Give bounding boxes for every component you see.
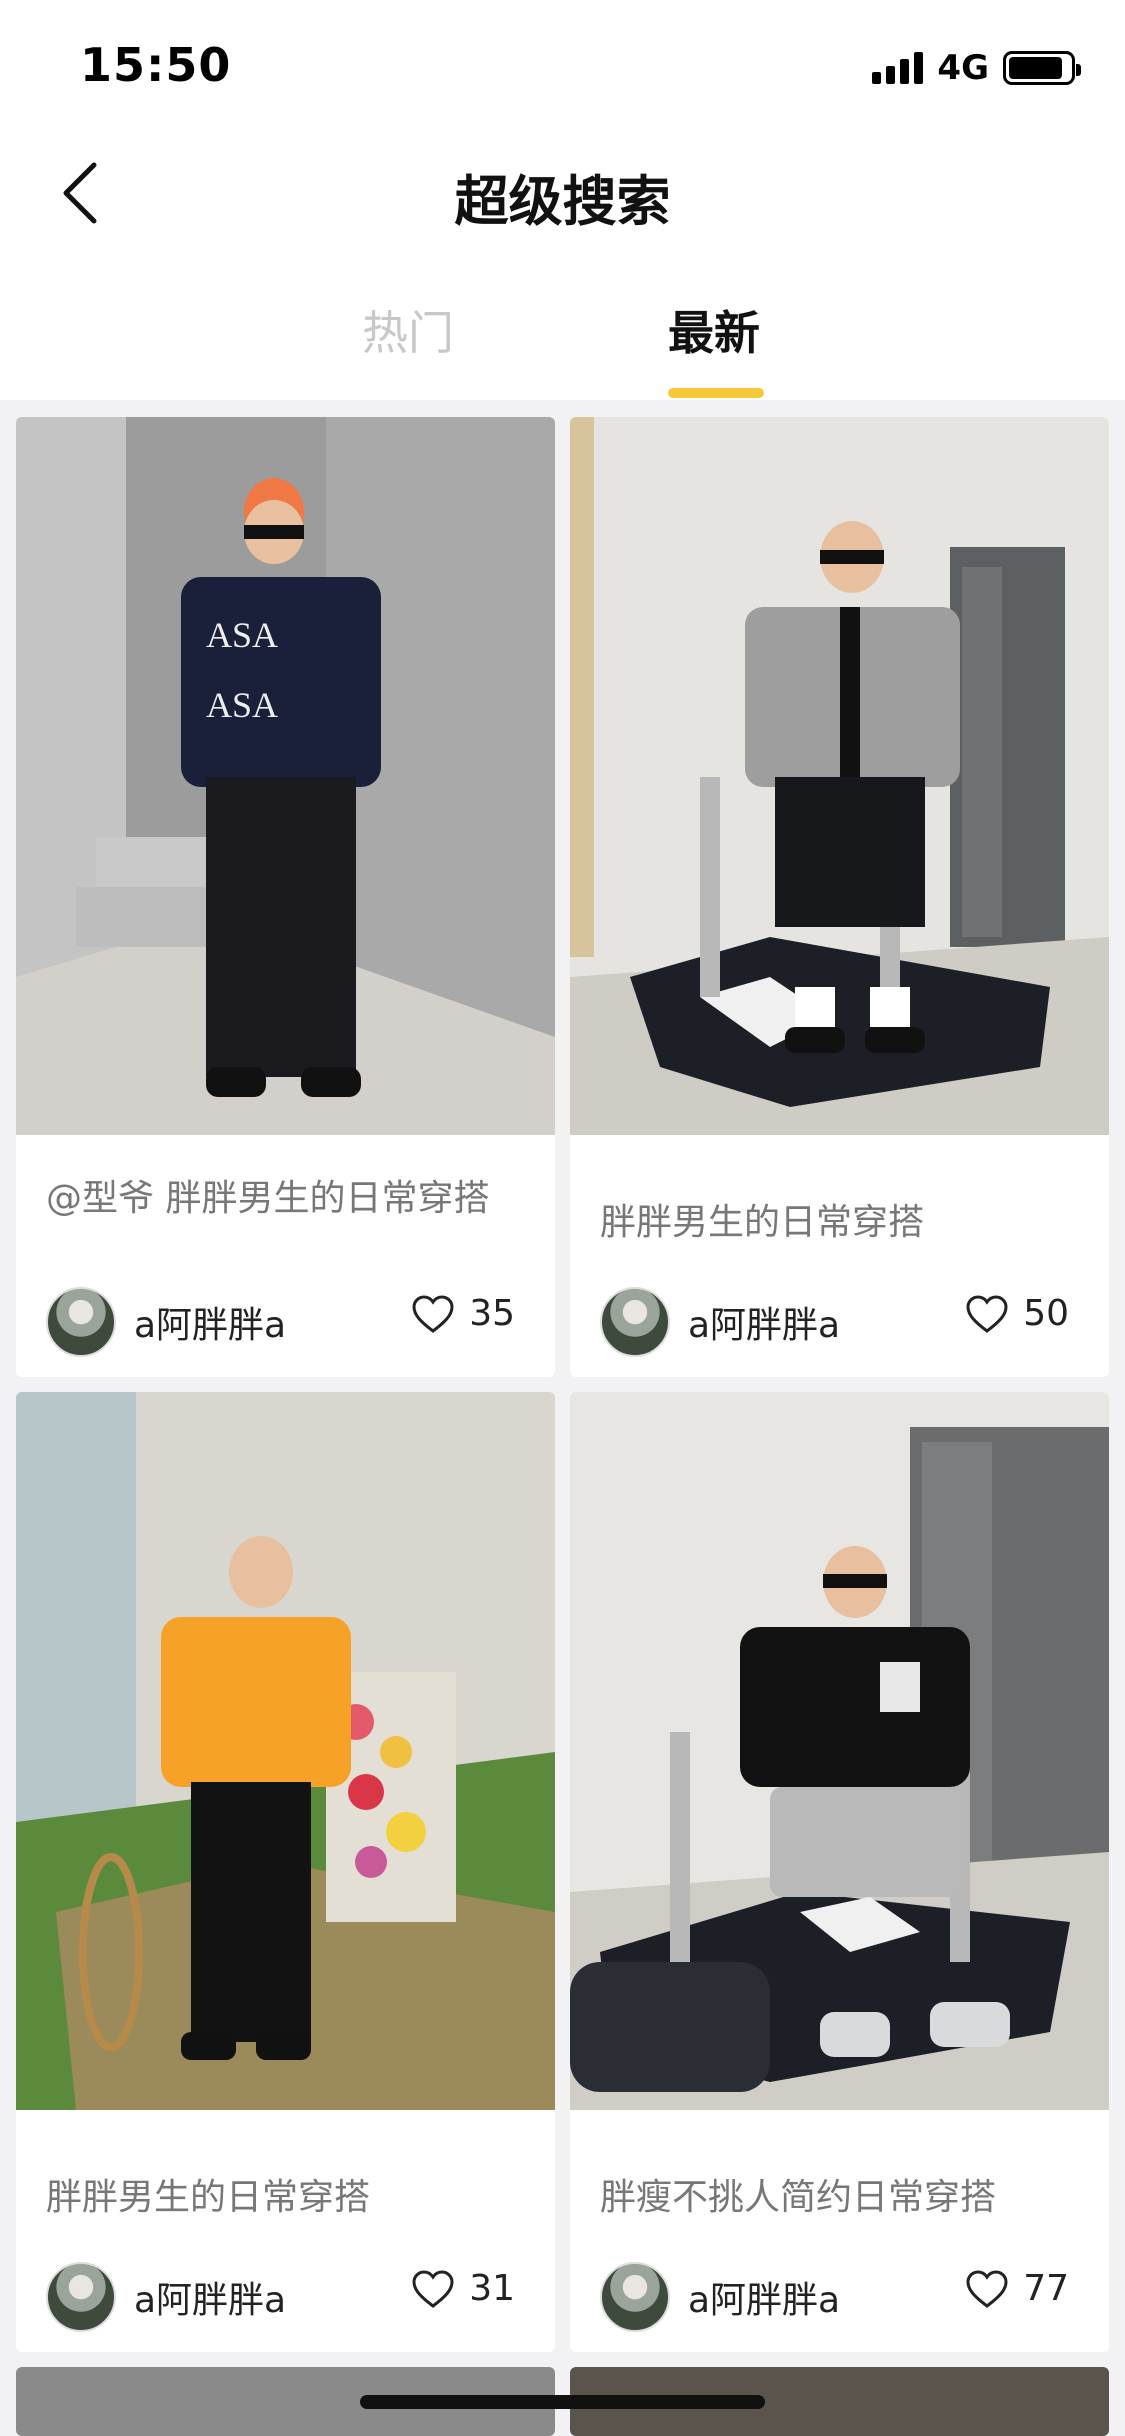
likes-count: 50 xyxy=(1023,1293,1069,1334)
status-time: 15:50 xyxy=(80,38,232,92)
card-title: 胖瘦不挑人简约日常穿搭 xyxy=(600,2177,997,2218)
nav-bar: 超级搜索 xyxy=(0,135,1125,255)
card-author[interactable]: a阿胖胖a xyxy=(46,2262,286,2332)
battery-icon xyxy=(1003,51,1081,85)
signal-icon xyxy=(872,52,924,84)
like-button[interactable]: 35 xyxy=(411,1293,515,1334)
tab-active-indicator xyxy=(668,388,764,398)
feed-card[interactable]: 胖瘦不挑人简约日常穿搭 a阿胖胖a 77 xyxy=(570,1392,1109,2352)
status-indicators: 4G xyxy=(872,48,1081,88)
like-button[interactable]: 77 xyxy=(965,2268,1069,2309)
author-name: a阿胖胖a xyxy=(134,2280,287,2321)
card-author[interactable]: a阿胖胖a xyxy=(46,1287,286,1357)
card-title: 胖胖男生的日常穿搭 xyxy=(46,2177,371,2218)
author-name: a阿胖胖a xyxy=(688,1305,841,1346)
like-button[interactable]: 50 xyxy=(965,1293,1069,1334)
feed-card[interactable]: 胖胖男生的日常穿搭 a阿胖胖a 50 xyxy=(570,417,1109,1377)
card-image xyxy=(570,417,1109,1135)
tab-bar: 热门 最新 xyxy=(0,255,1125,400)
avatar xyxy=(600,1287,670,1357)
card-image: ASA ASA xyxy=(16,417,555,1135)
network-label: 4G xyxy=(937,48,989,88)
author-name: a阿胖胖a xyxy=(134,1305,287,1346)
svg-text:ASA: ASA xyxy=(206,615,278,655)
heart-icon xyxy=(412,1294,454,1333)
card-image xyxy=(570,1392,1109,2110)
heart-icon xyxy=(412,2269,454,2308)
avatar xyxy=(46,2262,116,2332)
home-indicator[interactable] xyxy=(360,2395,765,2409)
avatar xyxy=(46,1287,116,1357)
heart-icon xyxy=(966,1294,1008,1333)
likes-count: 77 xyxy=(1023,2268,1069,2309)
tab-hot[interactable]: 热门 xyxy=(362,297,454,363)
page-title: 超级搜索 xyxy=(454,170,671,233)
avatar xyxy=(600,2262,670,2332)
tab-new[interactable]: 最新 xyxy=(668,297,760,363)
likes-count: 31 xyxy=(469,2268,515,2309)
svg-text:ASA: ASA xyxy=(206,685,278,725)
card-author[interactable]: a阿胖胖a xyxy=(600,2262,840,2332)
feed-card[interactable]: ASA ASA @型爷 胖胖男生的日常穿搭 a阿胖胖a 35 xyxy=(16,417,555,1377)
status-bar: 15:50 4G xyxy=(0,0,1125,135)
card-title: @型爷 胖胖男生的日常穿搭 xyxy=(46,1178,490,1219)
feed-card[interactable]: 胖胖男生的日常穿搭 a阿胖胖a 31 xyxy=(16,1392,555,2352)
author-name: a阿胖胖a xyxy=(688,2280,841,2321)
like-button[interactable]: 31 xyxy=(411,2268,515,2309)
card-title: 胖胖男生的日常穿搭 xyxy=(600,1202,925,1243)
card-author[interactable]: a阿胖胖a xyxy=(600,1287,840,1357)
likes-count: 35 xyxy=(469,1293,515,1334)
heart-icon xyxy=(966,2269,1008,2308)
card-image xyxy=(16,1392,555,2110)
